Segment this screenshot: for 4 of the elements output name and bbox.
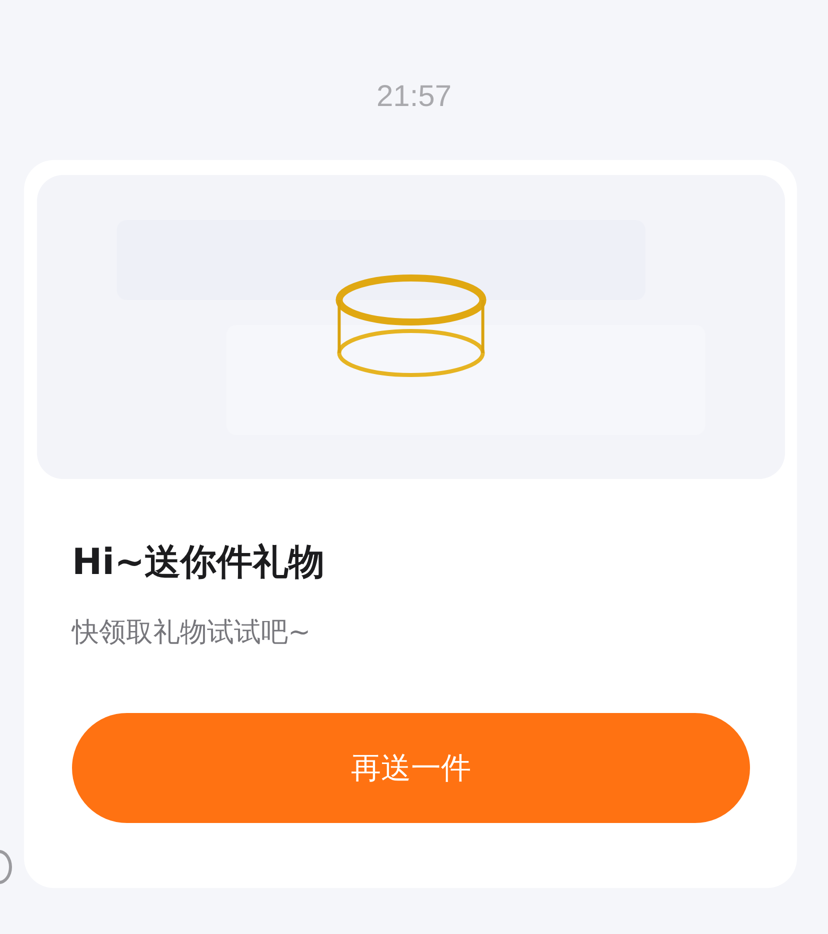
- timestamp: 21:57: [376, 79, 452, 115]
- send-again-button[interactable]: 再送一件: [72, 713, 750, 823]
- card-subtitle: 快领取礼物试试吧~: [72, 616, 312, 650]
- card-title: Hi~送你件礼物: [72, 541, 326, 585]
